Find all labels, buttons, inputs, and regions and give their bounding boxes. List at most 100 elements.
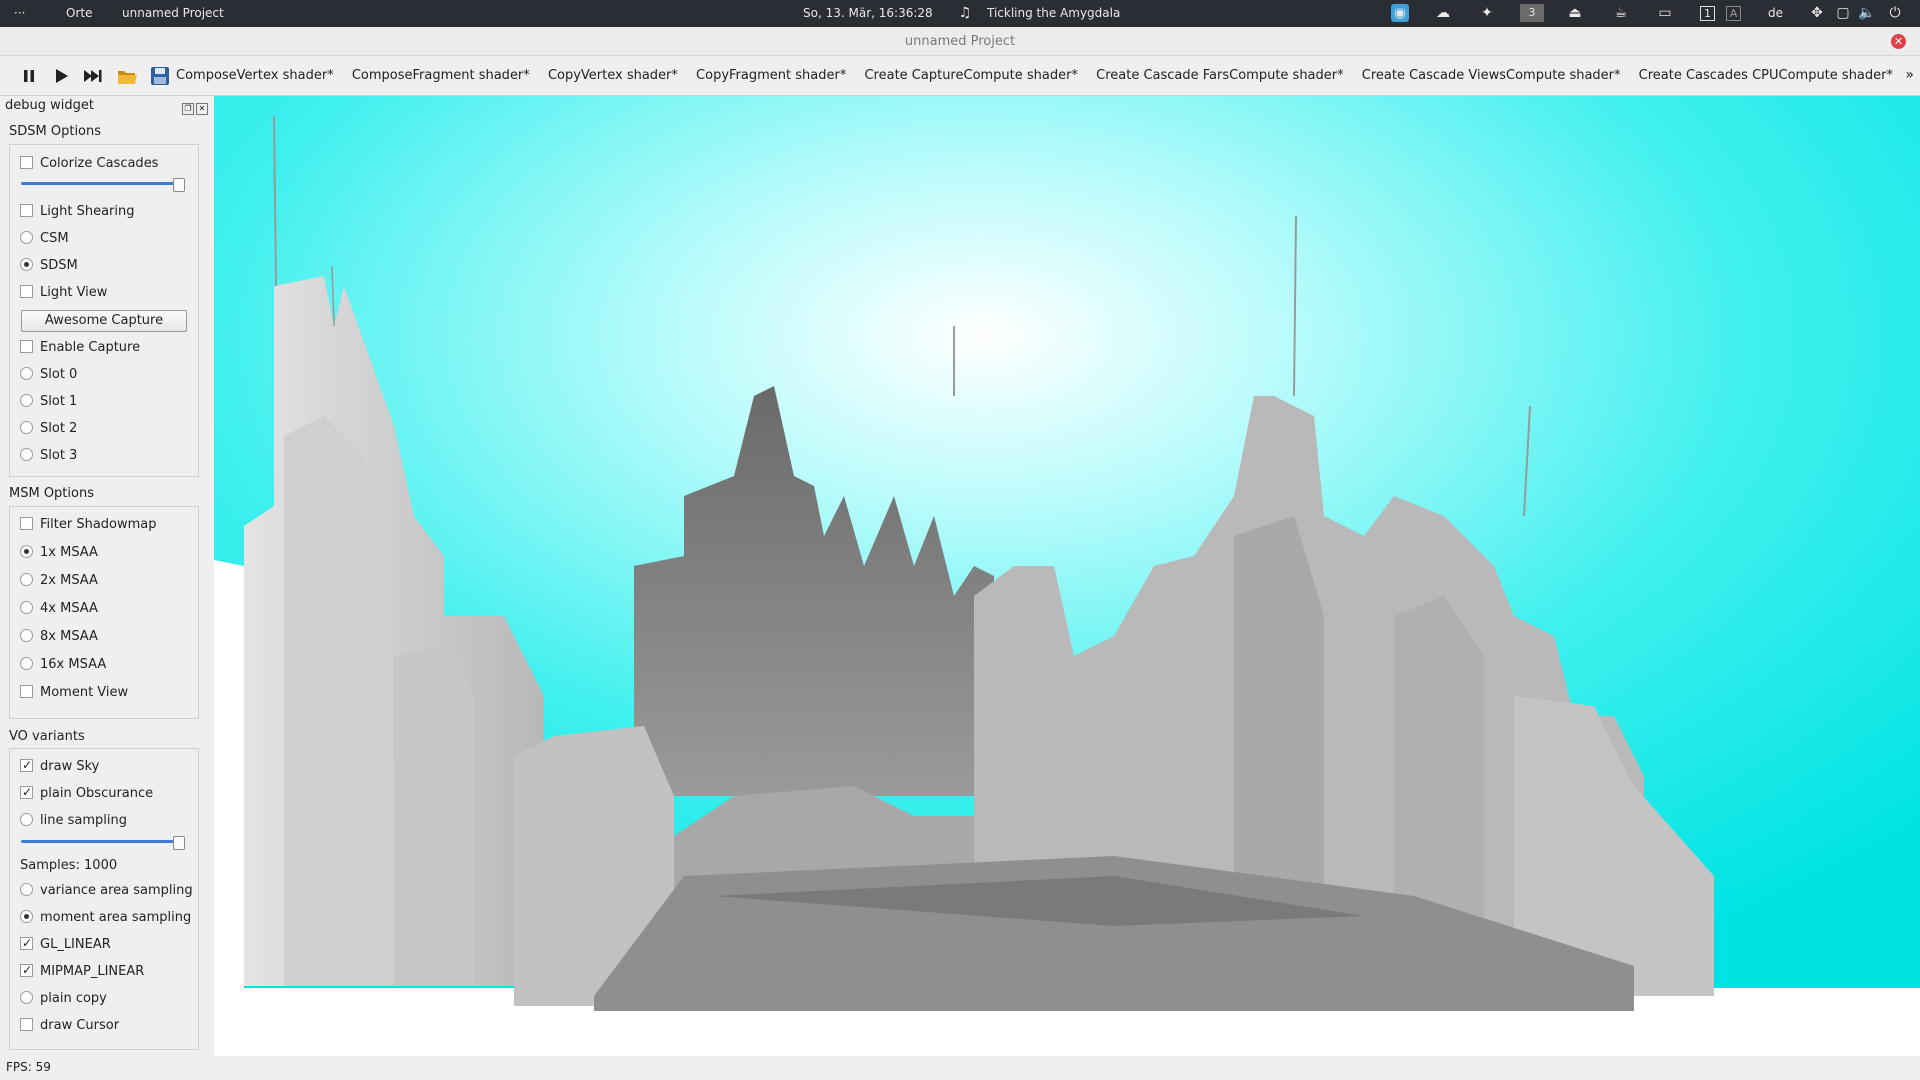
- fps-counter: FPS: 59: [6, 1060, 51, 1074]
- pause-icon[interactable]: [18, 65, 40, 87]
- slot-0-label: Slot 0: [40, 367, 78, 382]
- dock-title: debug widget: [5, 98, 94, 113]
- cascade-slider[interactable]: [21, 178, 185, 192]
- samples-slider[interactable]: [21, 836, 185, 850]
- mipmap-linear-checkbox[interactable]: MIPMAP_LINEAR: [20, 961, 144, 981]
- plain-obscurance-checkbox[interactable]: plain Obscurance: [20, 783, 153, 803]
- music-icon: ♫: [958, 5, 972, 21]
- skip-forward-icon[interactable]: [82, 65, 104, 87]
- filter-shadowmap-checkbox[interactable]: Filter Shadowmap: [20, 516, 157, 534]
- sdsm-radio[interactable]: SDSM: [20, 257, 78, 275]
- radio-icon: [20, 657, 33, 670]
- slot-2-radio[interactable]: Slot 2: [20, 420, 77, 438]
- variance-area-radio[interactable]: variance area sampling: [20, 882, 193, 900]
- plain-copy-radio[interactable]: plain copy: [20, 990, 107, 1008]
- radio-icon: [20, 367, 33, 380]
- network-icon[interactable]: ✥: [1808, 4, 1826, 22]
- draw-cursor-label: draw Cursor: [40, 1018, 120, 1033]
- close-button[interactable]: ✕: [1891, 34, 1906, 49]
- light-shearing-label: Light Shearing: [40, 204, 135, 219]
- colorize-cascades-checkbox[interactable]: Colorize Cascades: [20, 155, 158, 173]
- sdsm-label: SDSM: [40, 258, 78, 273]
- close-dock-icon[interactable]: ✕: [196, 103, 208, 115]
- shader-tabs: ComposeVertex shader* ComposeFragment sh…: [176, 68, 1907, 83]
- samples-label: Samples: 1000: [20, 858, 118, 873]
- tab-compose-fragment[interactable]: ComposeFragment shader*: [352, 68, 530, 83]
- msaa-16x-radio[interactable]: 16x MSAA: [20, 656, 106, 674]
- save-icon[interactable]: [149, 65, 171, 87]
- play-icon[interactable]: [50, 65, 72, 87]
- system-panel: ··· Orte unnamed Project So, 13. Mär, 16…: [0, 0, 1920, 27]
- awesome-capture-button[interactable]: Awesome Capture: [21, 310, 187, 332]
- line-sampling-label: line sampling: [40, 813, 127, 828]
- csm-radio[interactable]: CSM: [20, 230, 69, 248]
- radio-selected-icon: [20, 910, 33, 923]
- app-menu[interactable]: unnamed Project: [122, 6, 224, 20]
- float-dock-icon[interactable]: ❐: [182, 103, 194, 115]
- radio-icon: [20, 883, 33, 896]
- window-titlebar: unnamed Project ✕: [0, 27, 1920, 56]
- checkbox-checked-icon: [20, 934, 33, 952]
- places-menu[interactable]: Orte: [66, 6, 92, 20]
- coffee-icon[interactable]: ☕: [1612, 4, 1630, 22]
- lightbulb-icon[interactable]: ✦: [1478, 4, 1496, 22]
- tab-copy-fragment[interactable]: CopyFragment shader*: [696, 68, 846, 83]
- radio-icon: [20, 448, 33, 461]
- activities-button[interactable]: ···: [14, 6, 25, 20]
- tab-create-cascade-fars[interactable]: Create Cascade FarsCompute shader*: [1096, 68, 1344, 83]
- line-sampling-radio[interactable]: line sampling: [20, 812, 127, 830]
- radio-icon: [20, 813, 33, 826]
- gl-linear-checkbox[interactable]: GL_LINEAR: [20, 934, 111, 954]
- draw-sky-checkbox[interactable]: draw Sky: [20, 756, 99, 776]
- msaa-4x-radio[interactable]: 4x MSAA: [20, 600, 98, 618]
- clipboard-icon[interactable]: ▭: [1656, 4, 1674, 22]
- volume-icon[interactable]: 🔈: [1858, 4, 1876, 22]
- render-viewport[interactable]: [214, 96, 1920, 1056]
- slider-handle[interactable]: [173, 178, 185, 192]
- msaa-2x-radio[interactable]: 2x MSAA: [20, 572, 98, 590]
- open-folder-icon[interactable]: [116, 65, 138, 87]
- checkbox-icon: [20, 285, 33, 298]
- display-icon[interactable]: ▢: [1834, 4, 1852, 22]
- moment-area-radio[interactable]: moment area sampling: [20, 909, 191, 927]
- radio-icon: [20, 629, 33, 642]
- checkbox-checked-icon: [20, 961, 33, 979]
- spotify-icon[interactable]: ◉: [1391, 4, 1409, 22]
- checkbox-icon: [20, 340, 33, 353]
- msaa-2x-label: 2x MSAA: [40, 573, 98, 588]
- checkbox-icon: [20, 1018, 33, 1031]
- gl-linear-label: GL_LINEAR: [40, 937, 111, 952]
- radio-icon: [20, 421, 33, 434]
- msaa-8x-radio[interactable]: 8x MSAA: [20, 628, 98, 646]
- colorize-cascades-label: Colorize Cascades: [40, 156, 159, 171]
- tab-create-cascade-views[interactable]: Create Cascade ViewsCompute shader*: [1362, 68, 1621, 83]
- msaa-1x-radio[interactable]: 1x MSAA: [20, 544, 98, 562]
- tab-create-cascades-cpu[interactable]: Create Cascades CPUCompute shader*: [1639, 68, 1893, 83]
- slot-3-radio[interactable]: Slot 3: [20, 447, 77, 465]
- slot-1-radio[interactable]: Slot 1: [20, 393, 77, 411]
- clock[interactable]: So, 13. Mär, 16:36:28: [803, 6, 933, 20]
- power-icon[interactable]: ⏻: [1886, 4, 1904, 22]
- tab-create-capture[interactable]: Create CaptureCompute shader*: [864, 68, 1078, 83]
- checkbox-checked-icon: [20, 756, 33, 774]
- checkbox-icon: [20, 517, 33, 530]
- cloud-sync-icon[interactable]: ☁: [1434, 4, 1452, 22]
- csm-label: CSM: [40, 231, 69, 246]
- music-track[interactable]: Tickling the Amygdala: [987, 6, 1120, 20]
- enable-capture-checkbox[interactable]: Enable Capture: [20, 339, 140, 357]
- workspace-indicator[interactable]: 3: [1520, 4, 1544, 22]
- slider-handle[interactable]: [173, 836, 185, 850]
- checkbox-icon: [20, 685, 33, 698]
- tab-copy-vertex[interactable]: CopyVertex shader*: [548, 68, 678, 83]
- eject-icon[interactable]: ⏏: [1566, 4, 1584, 22]
- light-view-label: Light View: [40, 285, 108, 300]
- tab-compose-vertex[interactable]: ComposeVertex shader*: [176, 68, 334, 83]
- slot-0-radio[interactable]: Slot 0: [20, 366, 77, 384]
- light-shearing-checkbox[interactable]: Light Shearing: [20, 203, 134, 221]
- light-view-checkbox[interactable]: Light View: [20, 284, 107, 302]
- radio-selected-icon: [20, 258, 33, 271]
- toolbar-overflow-button[interactable]: »: [1905, 67, 1914, 83]
- draw-cursor-checkbox[interactable]: draw Cursor: [20, 1017, 119, 1035]
- keyboard-layout[interactable]: de: [1768, 6, 1783, 20]
- moment-view-checkbox[interactable]: Moment View: [20, 684, 128, 702]
